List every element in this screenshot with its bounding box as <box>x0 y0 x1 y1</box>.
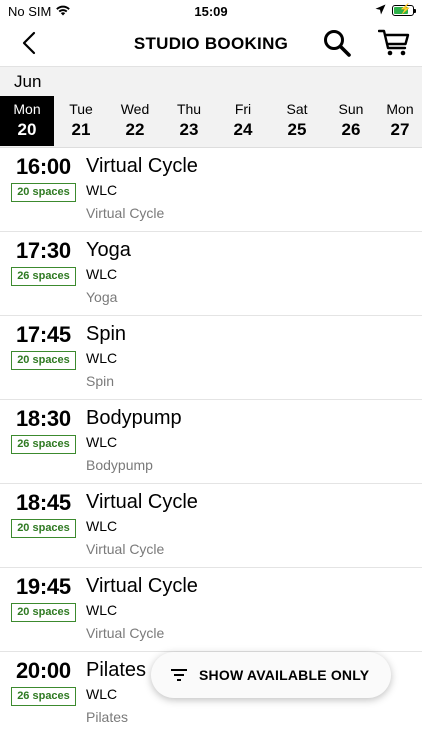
spaces-badge: 20 spaces <box>11 183 76 202</box>
day-number: 27 <box>390 120 410 139</box>
class-location: WLC <box>86 518 118 534</box>
filter-button-label: SHOW AVAILABLE ONLY <box>199 667 370 683</box>
studio-booking-screen: No SIM 15:09 ⚡ STUDIO BOOKING Jun Mon 20… <box>0 0 422 750</box>
battery-cap <box>414 9 416 13</box>
class-row[interactable]: 18:30 26 spaces Bodypump WLC Bodypump <box>0 400 422 484</box>
chevron-left-icon <box>22 31 36 60</box>
date-strip: Jun Mon 20 Tue 21 Wed 22 Thu 23 Fri 24 S… <box>0 67 422 148</box>
cart-button[interactable] <box>374 28 414 62</box>
day-of-week: Tue <box>69 101 93 117</box>
spaces-badge: 20 spaces <box>11 519 76 538</box>
status-bar: No SIM 15:09 ⚡ <box>0 0 422 24</box>
class-subtitle: Yoga <box>86 289 118 305</box>
day-of-week: Mon <box>13 101 41 117</box>
class-subtitle: Virtual Cycle <box>86 541 165 557</box>
spaces-badge: 26 spaces <box>11 687 76 706</box>
class-subtitle: Pilates <box>86 709 129 725</box>
day-number: 20 <box>17 120 37 139</box>
day-sun-26[interactable]: Sun 26 <box>324 96 378 146</box>
class-name: Virtual Cycle <box>86 491 198 513</box>
search-icon <box>323 29 351 62</box>
app-header: STUDIO BOOKING <box>0 24 422 67</box>
class-time: 17:30 <box>16 238 71 263</box>
class-subtitle: Virtual Cycle <box>86 625 165 641</box>
day-wed-22[interactable]: Wed 22 <box>108 96 162 146</box>
class-name: Spin <box>86 323 127 345</box>
day-fri-24[interactable]: Fri 24 <box>216 96 270 146</box>
location-arrow-icon <box>375 3 386 18</box>
class-row[interactable]: 17:45 20 spaces Spin WLC Spin <box>0 316 422 400</box>
class-name: Yoga <box>86 239 131 261</box>
spaces-badge: 20 spaces <box>11 603 76 622</box>
day-number: 21 <box>71 120 91 139</box>
class-time: 19:45 <box>16 574 71 599</box>
day-tue-21[interactable]: Tue 21 <box>54 96 108 146</box>
class-time: 17:45 <box>16 322 71 347</box>
day-of-week: Mon <box>386 101 414 117</box>
day-sat-25[interactable]: Sat 25 <box>270 96 324 146</box>
class-location: WLC <box>86 434 118 450</box>
page-title: STUDIO BOOKING <box>133 34 289 53</box>
class-name: Virtual Cycle <box>86 155 198 177</box>
search-button[interactable] <box>320 28 354 62</box>
show-available-only-button[interactable]: SHOW AVAILABLE ONLY <box>151 652 391 698</box>
charging-bolt-icon: ⚡ <box>399 4 412 15</box>
class-row[interactable]: 17:30 26 spaces Yoga WLC Yoga <box>0 232 422 316</box>
day-of-week: Wed <box>120 101 150 117</box>
class-time: 16:00 <box>16 154 71 179</box>
day-mon-20[interactable]: Mon 20 <box>0 96 54 146</box>
spaces-badge: 26 spaces <box>11 267 76 286</box>
class-name: Bodypump <box>86 407 182 429</box>
day-number: 25 <box>287 120 307 139</box>
status-right: ⚡ <box>375 3 416 18</box>
day-number: 26 <box>341 120 361 139</box>
class-location: WLC <box>86 350 118 366</box>
battery-icon: ⚡ <box>392 4 416 16</box>
class-time: 18:30 <box>16 406 71 431</box>
class-row[interactable]: 19:45 20 spaces Virtual Cycle WLC Virtua… <box>0 568 422 652</box>
cart-icon <box>377 29 410 62</box>
day-number: 23 <box>179 120 199 139</box>
day-number: 24 <box>233 120 253 139</box>
class-row[interactable]: 16:00 20 spaces Virtual Cycle WLC Virtua… <box>0 148 422 232</box>
class-list: 16:00 20 spaces Virtual Cycle WLC Virtua… <box>0 148 422 735</box>
class-subtitle: Bodypump <box>86 457 153 473</box>
class-location: WLC <box>86 602 118 618</box>
class-location: WLC <box>86 686 118 702</box>
day-of-week: Sun <box>338 101 364 117</box>
class-subtitle: Spin <box>86 373 115 389</box>
class-time: 20:00 <box>16 658 71 683</box>
day-of-week: Thu <box>176 101 202 117</box>
class-location: WLC <box>86 182 118 198</box>
spaces-badge: 26 spaces <box>11 435 76 454</box>
class-row[interactable]: 18:45 20 spaces Virtual Cycle WLC Virtua… <box>0 484 422 568</box>
day-selector: Mon 20 Tue 21 Wed 22 Thu 23 Fri 24 Sat 2… <box>0 96 422 146</box>
day-of-week: Sat <box>286 101 308 117</box>
class-time: 18:45 <box>16 490 71 515</box>
filter-icon <box>171 669 187 681</box>
day-number: 22 <box>125 120 145 139</box>
class-name: Pilates <box>86 659 147 681</box>
class-location: WLC <box>86 266 118 282</box>
back-button[interactable] <box>14 30 44 60</box>
day-mon-27[interactable]: Mon 27 <box>378 96 422 146</box>
day-thu-23[interactable]: Thu 23 <box>162 96 216 146</box>
spaces-badge: 20 spaces <box>11 351 76 370</box>
month-label: Jun <box>14 72 42 91</box>
status-time: 15:09 <box>194 4 228 19</box>
class-name: Virtual Cycle <box>86 575 198 597</box>
day-of-week: Fri <box>234 101 252 117</box>
class-subtitle: Virtual Cycle <box>86 205 165 221</box>
